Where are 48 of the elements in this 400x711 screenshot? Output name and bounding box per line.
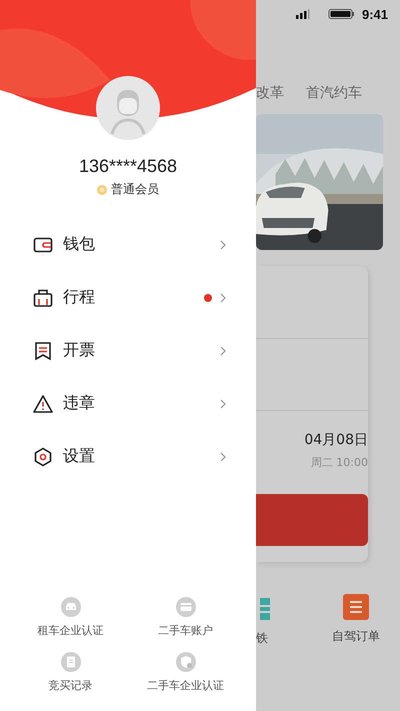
status-time: 9:41: [362, 6, 388, 22]
pickup-time: 周二 10:00: [310, 455, 368, 470]
nav-label: 铁: [256, 630, 268, 647]
shortcut-item[interactable]: 二手车企业认证: [128, 652, 243, 693]
membership-level: 普通会员: [111, 181, 159, 198]
phone-number: 136****4568: [78, 156, 178, 177]
shortcut-label: 二手车账户: [158, 623, 213, 638]
signal-icon: [296, 9, 310, 19]
avatar-icon[interactable]: [96, 76, 160, 140]
nav-item[interactable]: 铁: [256, 594, 270, 647]
shortcut-item[interactable]: 竞买记录: [13, 652, 128, 693]
tab[interactable]: 改革: [256, 84, 284, 102]
menu-item[interactable]: 行程: [0, 271, 256, 324]
nav-label: 自驾订单: [332, 628, 380, 645]
shortcut-item[interactable]: 二手车账户: [128, 597, 243, 638]
shortcut-item[interactable]: 租车企业认证: [13, 597, 128, 638]
receipt-icon: [33, 340, 53, 360]
shortcut-label: 租车企业认证: [38, 623, 104, 638]
shield-icon: [176, 652, 196, 672]
suitcase-icon: [33, 288, 53, 308]
wallet-icon: [33, 234, 53, 254]
tab[interactable]: 首汽约车: [306, 84, 362, 102]
menu-item[interactable]: 钱包: [0, 218, 256, 271]
menu-item[interactable]: 设置: [0, 430, 256, 483]
chevron-icon: [220, 346, 226, 356]
list-icon: [343, 594, 369, 620]
menu-label: 设置: [63, 446, 96, 467]
document-icon: [60, 652, 80, 672]
chevron-icon: [220, 240, 226, 250]
chevron-icon: [220, 452, 226, 462]
shortcut-label: 二手车企业认证: [147, 678, 224, 693]
card-icon: [176, 597, 196, 617]
settings-icon: [33, 446, 53, 466]
nav-item[interactable]: 自驾订单: [332, 594, 380, 647]
menu-label: 行程: [63, 287, 96, 308]
pickup-date: 04月08日: [304, 431, 368, 449]
warning-icon: [33, 394, 53, 414]
medal-icon: [97, 184, 107, 194]
shortcut-label: 竞买记录: [48, 678, 92, 693]
menu-label: 违章: [63, 393, 96, 414]
menu-item[interactable]: 开票: [0, 324, 256, 377]
menu-label: 钱包: [63, 234, 96, 255]
car-icon: [60, 597, 80, 617]
chevron-icon: [220, 398, 226, 408]
menu-item[interactable]: 违章: [0, 377, 256, 430]
chevron-icon: [220, 292, 226, 302]
menu-label: 开票: [63, 340, 96, 361]
battery-icon: [328, 9, 354, 19]
